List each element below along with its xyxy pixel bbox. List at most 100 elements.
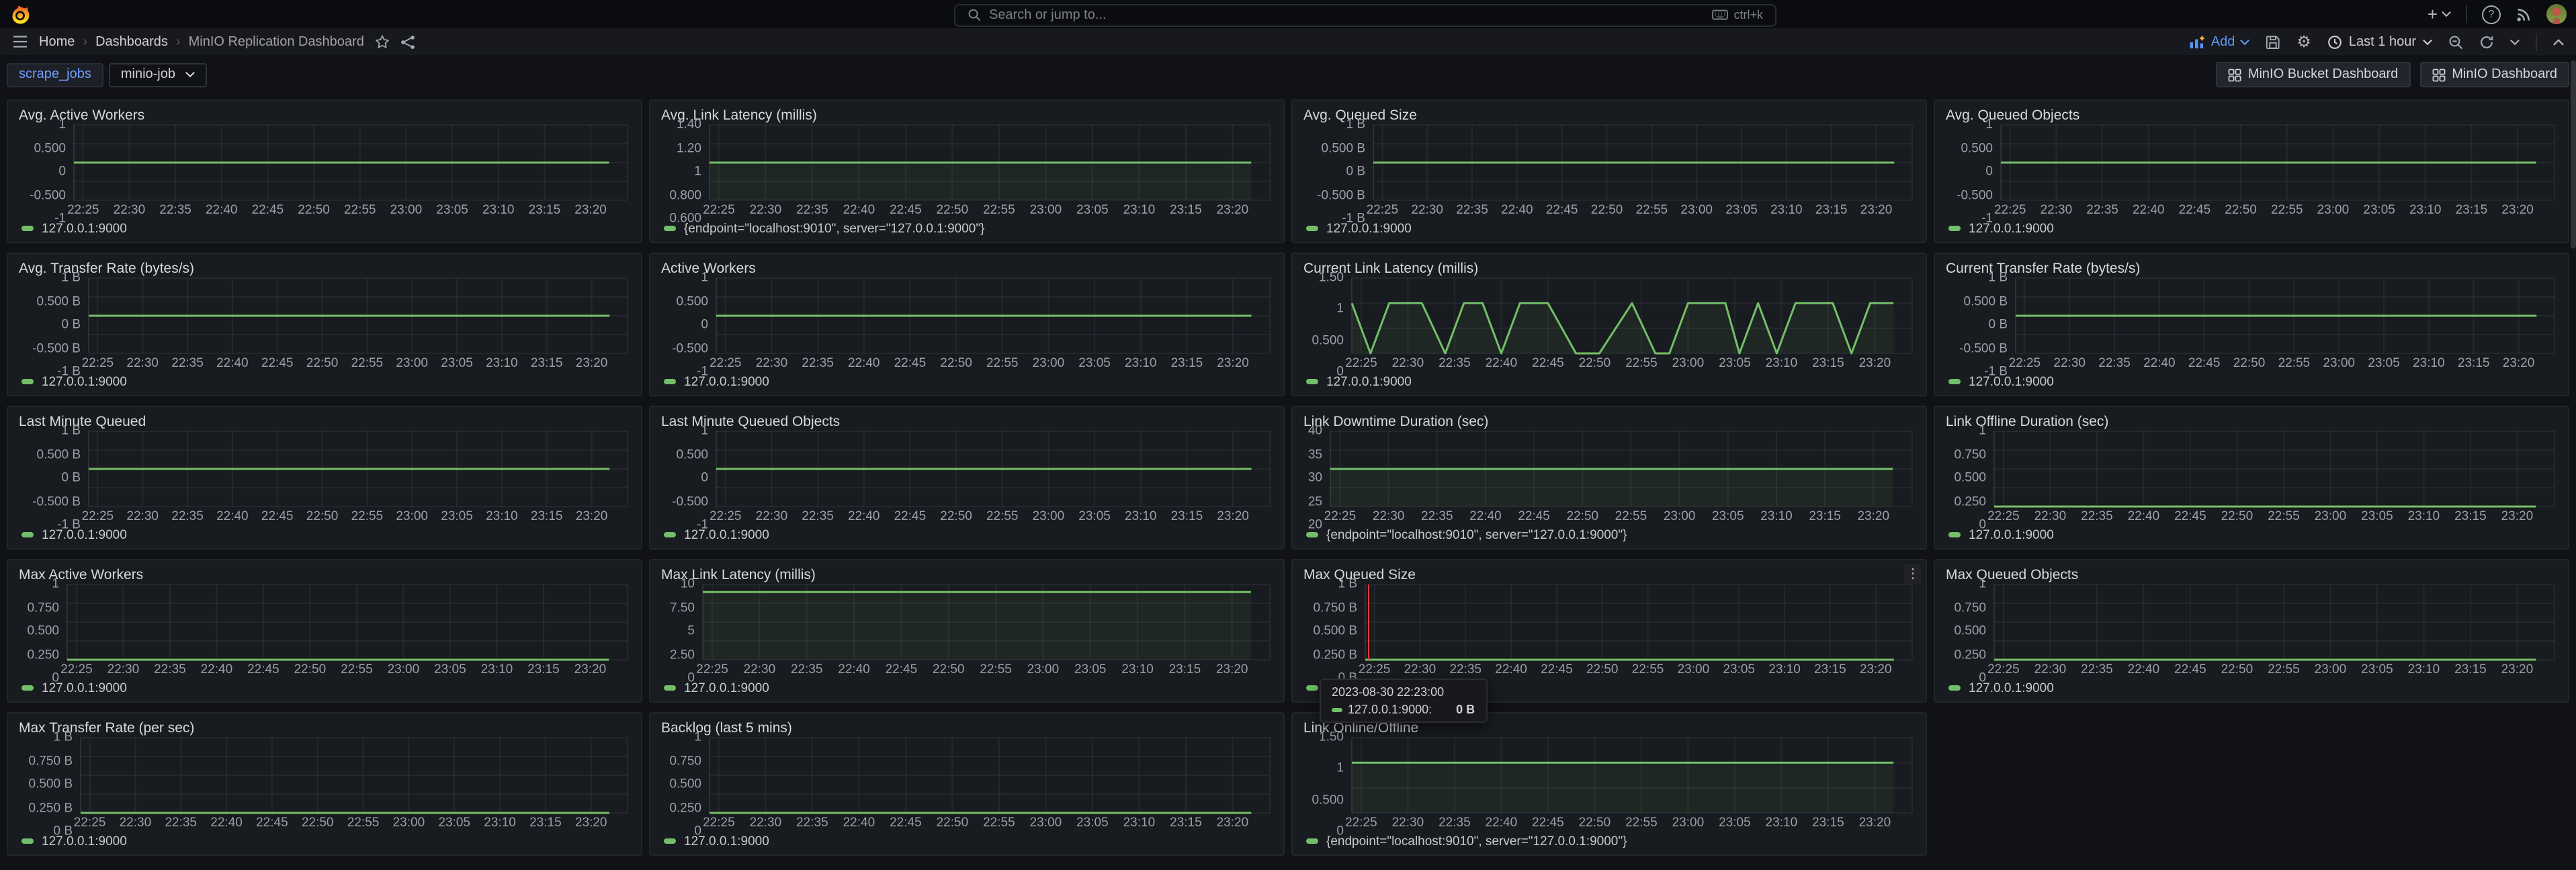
variable-value-dropdown[interactable]: minio-job [109,62,206,87]
legend-series-label[interactable]: 127.0.0.1:9000 [42,527,127,542]
zoom-out-icon[interactable] [2448,34,2463,49]
panel-title[interactable]: Backlog (last 5 mins) [661,720,792,736]
y-axis-tick: 1 B [1338,578,1357,591]
panel-title[interactable]: Active Workers [661,260,756,276]
chevron-down-icon [2423,38,2432,45]
y-axis-tick: 0 B [1988,319,2008,332]
x-axis-tick: 23:20 [2503,357,2535,370]
legend-series-swatch [1948,686,1961,691]
y-axis-tick: 0.750 [1954,602,1986,615]
chart-plot[interactable]: 22:2522:3022:3522:4022:4522:5022:5523:00… [2001,125,2554,219]
chart-plot[interactable]: 22:2522:3022:3522:4022:4522:5022:5523:00… [74,125,628,219]
user-avatar[interactable] [2546,4,2567,24]
x-axis-tick: 22:55 [344,204,376,217]
help-icon[interactable]: ? [2482,5,2501,24]
x-axis-tick: 22:40 [2133,204,2165,217]
dashboard-settings-icon[interactable]: ⚙ [2296,34,2311,50]
chart-plot[interactable]: 22:2522:3022:3522:4022:4522:5022:5523:00… [89,278,628,372]
y-axis-tick: 0.250 [669,802,701,815]
chart-plot[interactable]: 22:2522:3022:3522:4022:4522:5022:5523:00… [2016,278,2554,372]
x-axis-tick: 22:50 [1591,204,1623,217]
x-axis-tick: 22:45 [1532,817,1564,830]
legend: 127.0.0.1:9000 [661,525,1270,544]
x-axis: 22:2522:3022:3522:4022:4522:5022:5523:00… [1365,664,1912,679]
y-axis: 10.5000-0.500-1 [19,125,74,219]
chart-plot[interactable]: 22:2522:3022:3522:4022:4522:5022:5523:00… [81,738,628,832]
legend: 127.0.0.1:9000 [19,679,628,697]
x-axis-tick: 23:00 [1664,511,1696,523]
panel-title[interactable]: Avg. Transfer Rate (bytes/s) [19,260,194,276]
panel-title[interactable]: Max Queued Objects [1946,566,2078,582]
panel-title[interactable]: Current Transfer Rate (bytes/s) [1946,260,2140,276]
legend-series-label[interactable]: {endpoint="localhost:9010", server="127.… [1326,834,1627,849]
chart-plot[interactable]: 22:2522:3022:3522:4022:4522:5022:5523:00… [716,431,1270,525]
chart-plot[interactable]: 22:2522:3022:3522:4022:4522:5022:5523:00… [1352,738,1912,832]
refresh-interval-chevron-icon[interactable] [2510,38,2520,45]
y-axis-tick: 1 [1985,119,1993,132]
panel-title[interactable]: Avg. Queued Objects [1946,107,2079,123]
x-axis-tick: 23:10 [2408,664,2440,677]
search-shortcut: ctrl+k [1712,8,1763,21]
legend-series-label[interactable]: 127.0.0.1:9000 [1969,374,2054,389]
favorite-star-icon[interactable] [375,35,390,48]
legend: 127.0.0.1:9000 [661,679,1270,697]
x-axis-tick: 22:35 [1449,664,1482,677]
grafana-logo[interactable] [9,3,31,25]
panel-avg-link-latency-millis: Avg. Link Latency (millis) 1.401.2010.80… [649,99,1285,243]
minio-dashboard-link[interactable]: MinIO Dashboard [2419,62,2569,87]
chart-plot[interactable]: 22:2522:3022:3522:4022:4522:5022:5523:00… [710,125,1270,219]
chart-plot[interactable]: 22:2522:3022:3522:4022:4522:5022:5523:00… [1373,125,1912,219]
chart-plot[interactable]: 22:2522:3022:3522:4022:4522:5022:5523:00… [89,431,628,525]
time-range-picker[interactable]: Last 1 hour [2327,34,2432,49]
x-axis-tick: 23:20 [574,204,607,217]
add-panel-button[interactable]: Add [2190,34,2250,49]
collapse-toolbar-icon[interactable] [2553,38,2564,45]
panel-title[interactable]: Max Transfer Rate (per sec) [19,720,194,736]
search-input[interactable]: Search or jump to... ctrl+k [954,3,1776,26]
chart-plot[interactable]: 22:2522:3022:3522:4022:4522:5022:5523:00… [710,738,1270,832]
minio-bucket-dashboard-link[interactable]: MinIO Bucket Dashboard [2216,62,2410,87]
refresh-icon[interactable] [2479,34,2494,49]
panel-title[interactable]: Last Minute Queued Objects [661,413,840,429]
new-menu-button[interactable]: + [2428,5,2451,23]
legend-series-label[interactable]: {endpoint="localhost:9010", server="127.… [684,221,984,236]
breadcrumb-home[interactable]: Home [39,34,75,49]
y-axis-tick: 1 B [61,272,81,285]
chart-plot[interactable]: 22:2522:3022:3522:4022:4522:5022:5523:00… [67,584,628,679]
legend-series-swatch [1948,226,1961,231]
y-axis: 10.5000-0.500-1 [661,431,716,525]
chart-plot[interactable]: 22:2522:3022:3522:4022:4522:5022:5523:00… [703,584,1270,679]
mega-menu-toggle-icon[interactable] [12,35,28,48]
save-dashboard-icon[interactable] [2266,34,2280,49]
x-axis-tick: 22:35 [171,511,204,523]
share-icon[interactable] [400,34,415,49]
legend-series-label[interactable]: 127.0.0.1:9000 [42,374,127,389]
x-axis-tick: 22:40 [2128,664,2160,677]
chart-plot[interactable]: 22:2522:3022:3522:4022:4522:5022:5523:00… [1352,278,1912,372]
panel-title[interactable]: Last Minute Queued [19,413,146,429]
legend-series-label[interactable]: 127.0.0.1:9000 [1326,221,1412,236]
legend-series-swatch [22,839,34,844]
chart-plot[interactable]: 22:2522:3022:3522:4022:4522:5022:5523:00… [716,278,1270,372]
legend-series-label[interactable]: 127.0.0.1:9000 [684,681,769,695]
x-axis-tick: 23:20 [1217,204,1249,217]
chart-plot[interactable]: 22:2522:3022:3522:4022:4522:5022:5523:00… [1330,431,1912,525]
panel-menu-icon[interactable]: ⋮ [1904,564,1922,584]
panel-title[interactable]: Max Active Workers [19,566,143,582]
scrollbar-thumb[interactable] [2571,60,2576,249]
chart-plot[interactable]: 22:2522:3022:3522:4022:4522:5022:5523:00… [1994,584,2554,679]
breadcrumb-dashboards[interactable]: Dashboards [95,34,168,49]
scrollbar[interactable] [2571,55,2576,870]
x-axis-tick: 23:15 [1812,357,1844,370]
panel-title[interactable]: Link Offline Duration (sec) [1946,413,2108,429]
x-axis-tick: 22:50 [2221,511,2253,523]
news-icon[interactable] [2516,6,2532,22]
legend-series-label[interactable]: {endpoint="localhost:9010", server="127.… [1326,527,1627,542]
chart-plot[interactable]: 22:2522:3022:3522:4022:4522:5022:5523:00… [1994,431,2554,525]
panel-title[interactable]: Max Queued Size [1303,566,1416,582]
panel-title[interactable]: Avg. Active Workers [19,107,144,123]
y-axis-tick: 0 [58,166,66,179]
chart-plot[interactable]: 22:2522:3022:3522:4022:4522:5022:5523:00… [1365,584,1912,679]
time-series-chart [74,125,628,200]
panel-title[interactable]: Link Downtime Duration (sec) [1303,413,1488,429]
